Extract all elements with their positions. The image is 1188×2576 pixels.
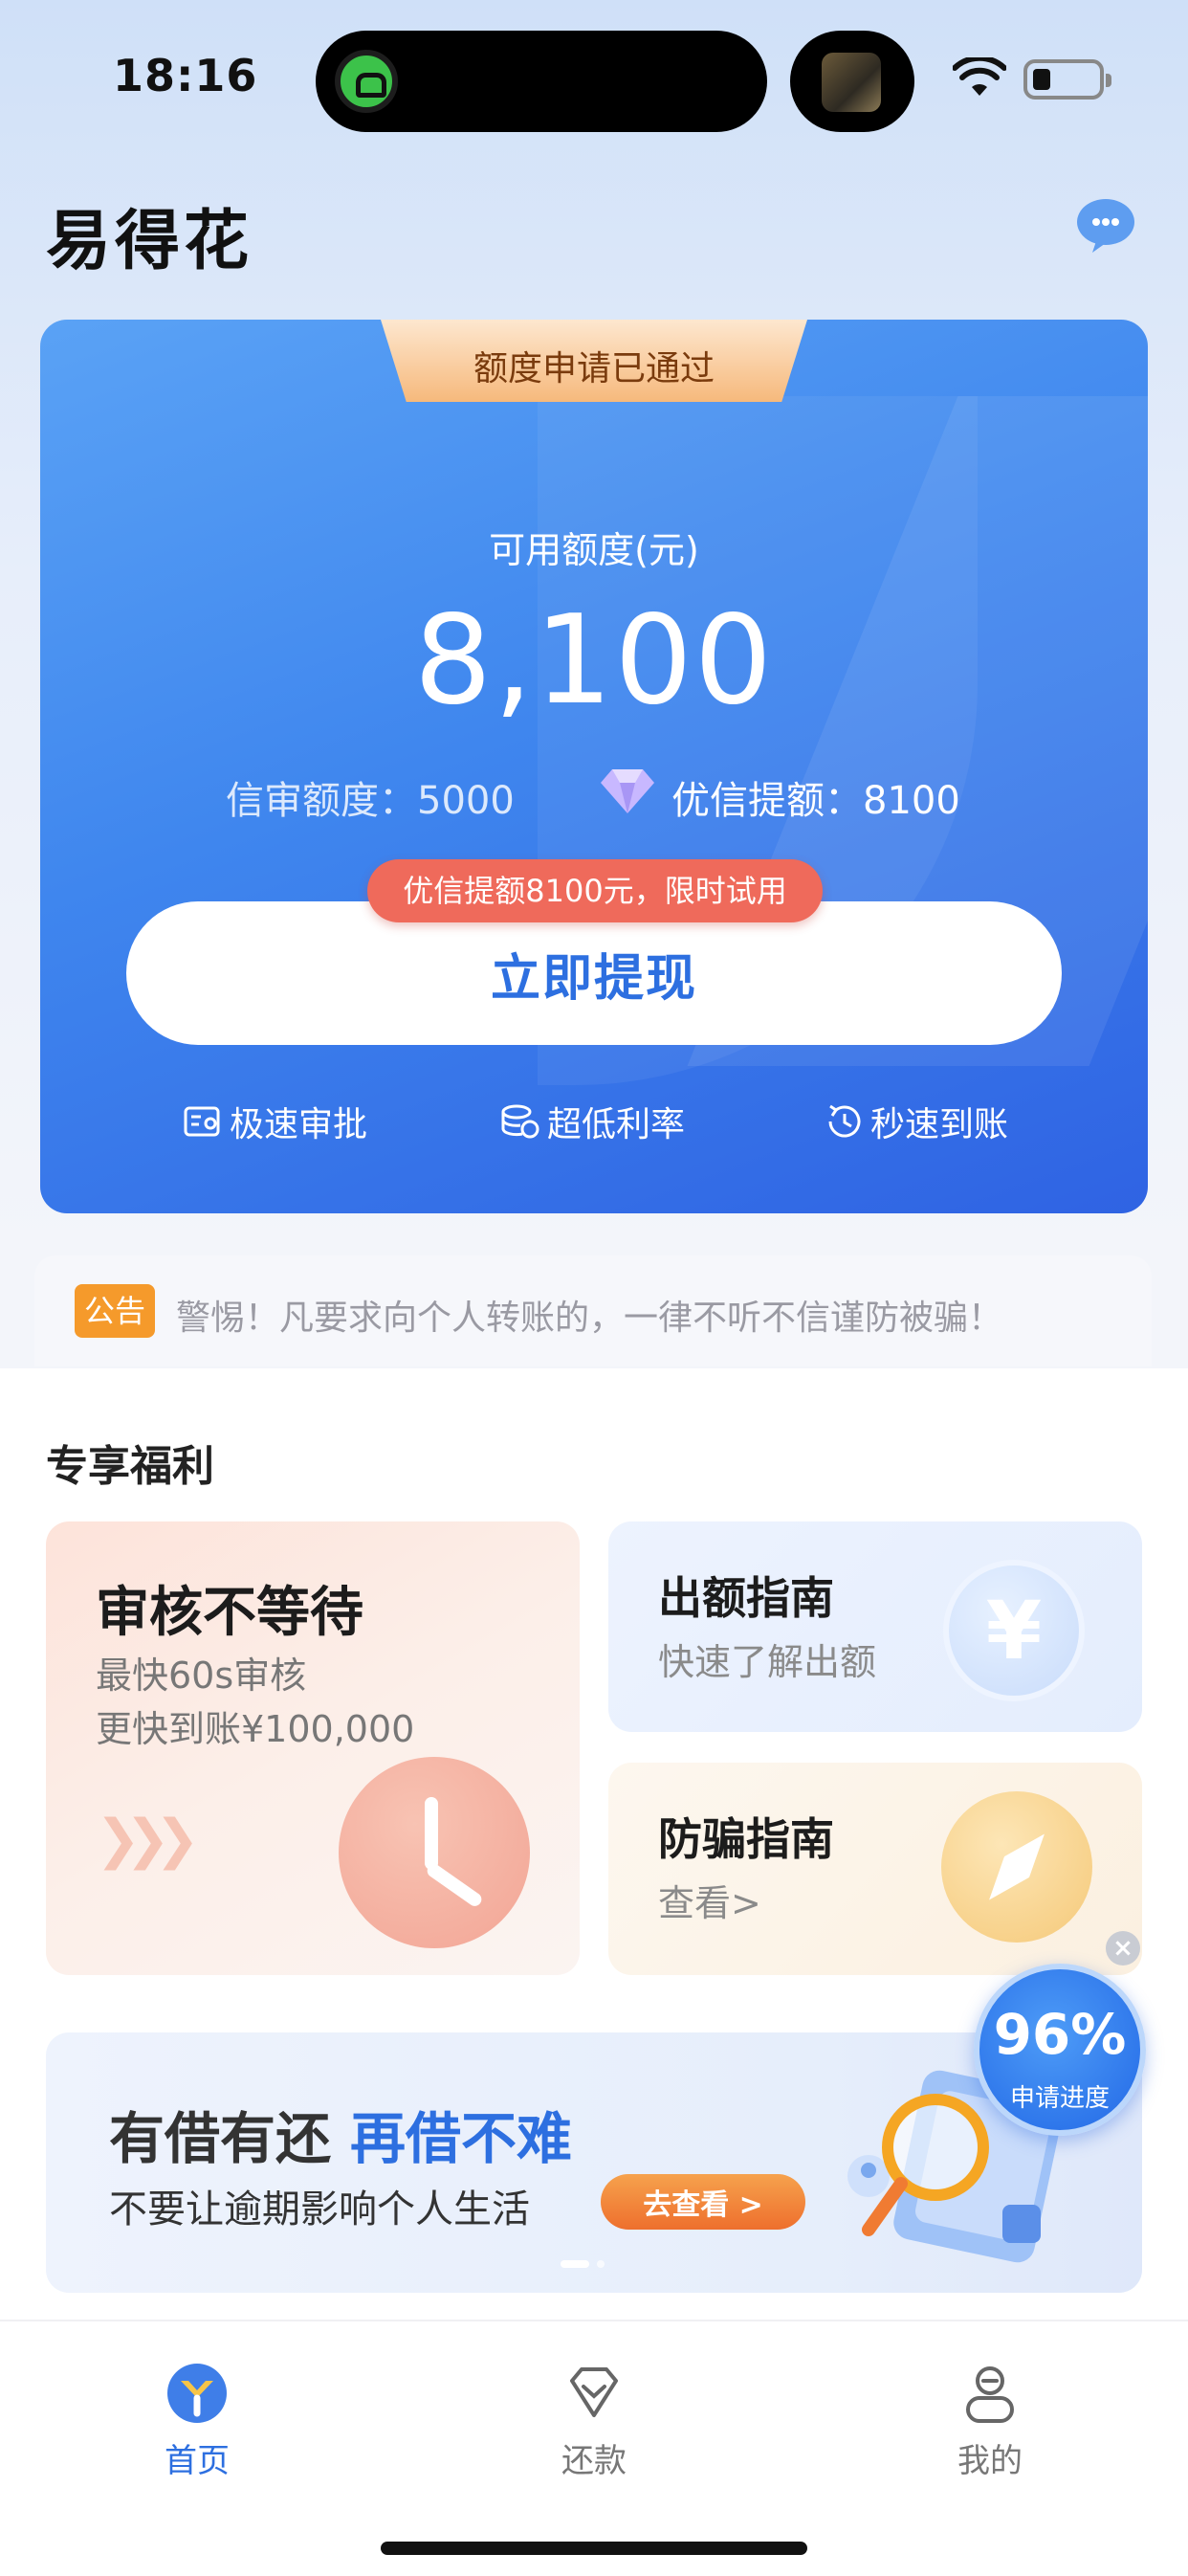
feature-label: 秒速到账: [870, 1105, 1009, 1144]
withdraw-button[interactable]: 立即提现: [126, 901, 1062, 1045]
quota-guide-title: 出额指南: [658, 1572, 834, 1624]
application-progress-badge[interactable]: 96% 申请进度: [974, 1964, 1146, 2136]
tab-label: 我的: [957, 2442, 1023, 2480]
status-time: 18:16: [113, 50, 258, 101]
dynamic-island-secondary: [790, 31, 914, 132]
chevrons-icon: ❯❯❯: [96, 1809, 200, 1871]
quota-guide-subtitle: 快速了解出额: [658, 1641, 877, 1683]
tab-label: 首页: [165, 2442, 230, 2480]
pagination-dot-active: [561, 2260, 589, 2268]
tab-home[interactable]: 首页: [101, 2362, 293, 2481]
credit-limit-text: 信审额度：5000: [226, 779, 515, 823]
dynamic-island: [316, 31, 767, 132]
notice-tag: 公告: [75, 1284, 155, 1338]
home-logo-icon: [167, 2364, 227, 2423]
banner-title-part1: 有借有还: [109, 2106, 332, 2171]
vip-limit-text: 优信提额：8100: [671, 779, 960, 823]
banner-view-button[interactable]: 去查看 >: [601, 2174, 805, 2230]
yen-icon: ¥: [943, 1560, 1085, 1701]
feature-fast-approval: 极速审批: [182, 1097, 367, 1146]
feature-low-rate: 超低利率: [499, 1097, 685, 1146]
credit-card: 额度申请已通过 可用额度(元) 8,100 信审额度：5000 优信提额：810…: [40, 320, 1148, 1213]
review-benefit-card[interactable]: 审核不等待 最快60s审核 更快到账¥100,000 ❯❯❯: [46, 1521, 580, 1975]
review-card-line1: 最快60s审核: [96, 1654, 307, 1697]
progress-label: 申请进度: [1009, 2084, 1110, 2113]
wifi-icon: [953, 57, 1006, 96]
pagination-dot: [597, 2260, 605, 2268]
battery-icon: [1023, 59, 1111, 100]
feature-label: 极速审批: [230, 1105, 368, 1144]
feature-instant-payout: 秒速到账: [823, 1097, 1008, 1146]
notice-bar[interactable]: 公告 警惕！凡要求向个人转账的，一律不听不信谨防被骗！: [34, 1255, 1152, 1366]
clock-arrow-icon: [828, 1104, 861, 1138]
repay-icon: [570, 2367, 618, 2417]
media-thumbnail: [822, 53, 881, 112]
promo-pill: 优信提额8100元，限时试用: [367, 859, 823, 922]
banner-subtitle: 不要让逾期影响个人生活: [109, 2187, 530, 2232]
user-icon: [966, 2366, 1014, 2423]
compass-icon: [941, 1791, 1092, 1943]
coins-icon: [501, 1104, 539, 1139]
tab-label: 还款: [561, 2442, 627, 2480]
diamond-icon: [601, 769, 654, 813]
tab-mine[interactable]: 我的: [894, 2362, 1086, 2481]
available-credit-amount: 8,100: [413, 589, 775, 732]
clock-icon: [339, 1757, 530, 1948]
progress-value: 96%: [993, 2002, 1127, 2067]
live-activity-icon: [335, 50, 398, 113]
banner-pagination: [561, 2260, 605, 2268]
notice-text: 警惕！凡要求向个人转账的，一律不听不信谨防被骗！: [176, 1299, 1003, 1338]
customer-service-icon[interactable]: [1075, 197, 1136, 253]
close-icon[interactable]: ×: [1106, 1931, 1140, 1965]
approved-badge-text: 额度申请已通过: [473, 349, 715, 389]
benefits-section-title: 专享福利: [46, 1442, 214, 1491]
review-card-title: 审核不等待: [96, 1582, 363, 1644]
fraud-guide-subtitle: 查看>: [658, 1882, 761, 1924]
bottom-tab-bar: 首页 还款 我的: [0, 2320, 1188, 2576]
feature-label: 超低利率: [547, 1105, 686, 1144]
fraud-guide-title: 防骗指南: [658, 1813, 834, 1865]
approval-icon: [184, 1106, 220, 1137]
quota-guide-card[interactable]: 出额指南 快速了解出额 ¥: [608, 1521, 1142, 1732]
banner-title-part2: 再借不难: [350, 2106, 573, 2171]
app-title: 易得花: [46, 204, 253, 279]
fraud-guide-card[interactable]: 防骗指南 查看>: [608, 1763, 1142, 1975]
available-credit-label: 可用额度(元): [489, 529, 699, 571]
tab-repay[interactable]: 还款: [498, 2362, 690, 2481]
review-card-line2: 更快到账¥100,000: [96, 1708, 415, 1750]
home-indicator: [381, 2542, 807, 2555]
